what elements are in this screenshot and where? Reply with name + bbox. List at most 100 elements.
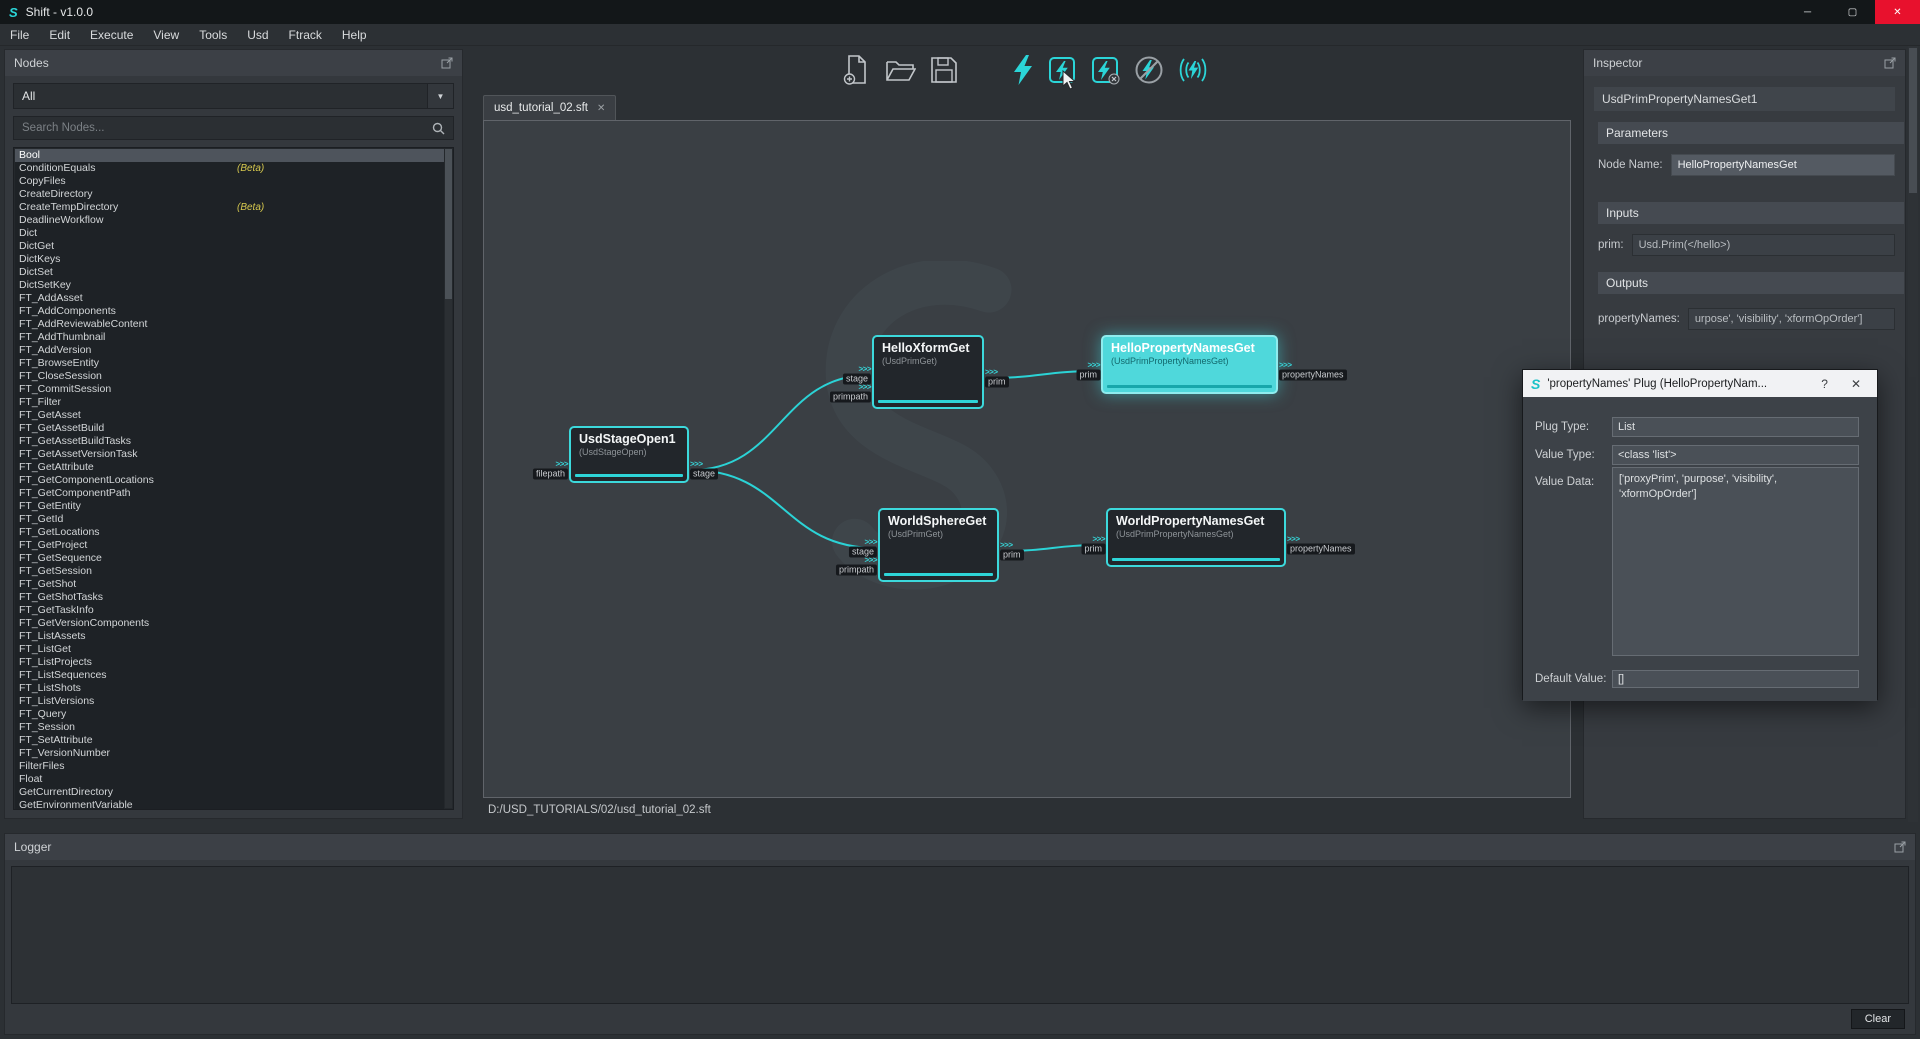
node-type-item[interactable]: FT_Session	[15, 721, 444, 734]
port-propertyNames[interactable]: >>>propertyNames	[1287, 536, 1355, 555]
port-prim[interactable]: >>>prim	[1000, 542, 1024, 561]
value-type-field[interactable]: <class 'list'>	[1612, 445, 1859, 465]
node-type-item[interactable]: FT_GetVersionComponents	[15, 617, 444, 630]
port-prim[interactable]: >>>prim	[1077, 362, 1101, 381]
node-type-item[interactable]: FT_GetAssetBuild	[15, 422, 444, 435]
port-stage[interactable]: >>>stage	[690, 461, 718, 480]
maximize-button[interactable]: ▢	[1830, 0, 1875, 24]
dropdown-arrow-icon[interactable]: ▼	[427, 84, 453, 108]
node-type-item[interactable]: FT_GetEntity	[15, 500, 444, 513]
node-type-item[interactable]: Bool	[15, 149, 444, 162]
node-type-item[interactable]: FT_SetAttribute	[15, 734, 444, 747]
port-primpath[interactable]: >>>primpath	[836, 557, 877, 576]
prim-field[interactable]: Usd.Prim(</hello>)	[1632, 234, 1895, 256]
node-type-item[interactable]: FT_Filter	[15, 396, 444, 409]
menu-view[interactable]: View	[143, 24, 189, 45]
new-scene-button[interactable]	[841, 54, 871, 86]
graph-node-HelloPropertyNamesGet[interactable]: HelloPropertyNamesGet(UsdPrimPropertyNam…	[1101, 335, 1278, 394]
node-type-item[interactable]: FT_ListAssets	[15, 630, 444, 643]
logger-output[interactable]	[11, 866, 1909, 1004]
node-type-item[interactable]: DictSetKey	[15, 279, 444, 292]
node-type-item[interactable]: FilterFiles	[15, 760, 444, 773]
menu-help[interactable]: Help	[332, 24, 377, 45]
menu-ftrack[interactable]: Ftrack	[279, 24, 332, 45]
node-name-field[interactable]: HelloPropertyNamesGet	[1671, 154, 1895, 176]
open-scene-button[interactable]	[884, 55, 916, 85]
tab-close-icon[interactable]: ✕	[597, 103, 605, 114]
node-type-item[interactable]: FT_GetSequence	[15, 552, 444, 565]
node-type-item[interactable]: FT_ListSequences	[15, 669, 444, 682]
window-scrollbar[interactable]	[1908, 46, 1918, 822]
value-data-field[interactable]: ['proxyPrim', 'purpose', 'visibility', '…	[1612, 467, 1859, 656]
port-primpath[interactable]: >>>primpath	[830, 384, 871, 403]
plug-type-field[interactable]: List	[1612, 417, 1859, 437]
node-type-item[interactable]: FT_ListGet	[15, 643, 444, 656]
section-outputs[interactable]: Outputs	[1598, 272, 1904, 294]
node-type-item[interactable]: FT_GetComponentLocations	[15, 474, 444, 487]
node-list-scrollbar[interactable]	[445, 149, 452, 808]
dialog-close-button[interactable]: ✕	[1843, 377, 1869, 391]
node-type-item[interactable]: FT_GetComponentPath	[15, 487, 444, 500]
node-type-item[interactable]: DictKeys	[15, 253, 444, 266]
scrollbar-thumb[interactable]	[1909, 48, 1917, 193]
propertynames-field[interactable]: urpose', 'visibility', 'xformOpOrder']	[1688, 308, 1895, 330]
node-type-item[interactable]: FT_GetShotTasks	[15, 591, 444, 604]
node-type-item[interactable]: FT_GetProject	[15, 539, 444, 552]
node-type-item[interactable]: FT_BrowseEntity	[15, 357, 444, 370]
node-type-item[interactable]: FT_ListShots	[15, 682, 444, 695]
node-type-item[interactable]: FT_VersionNumber	[15, 747, 444, 760]
node-type-item[interactable]: Float	[15, 773, 444, 786]
tab-usd-tutorial[interactable]: usd_tutorial_02.sft ✕	[483, 95, 616, 120]
menu-edit[interactable]: Edit	[39, 24, 80, 45]
node-type-item[interactable]: GetCurrentDirectory	[15, 786, 444, 799]
graph-node-WorldPropertyNamesGet[interactable]: WorldPropertyNamesGet(UsdPrimPropertyNam…	[1106, 508, 1286, 567]
menu-usd[interactable]: Usd	[237, 24, 278, 45]
node-search-input[interactable]: Search Nodes...	[13, 116, 454, 140]
node-type-item[interactable]: CopyFiles	[15, 175, 444, 188]
node-type-item[interactable]: FT_AddReviewableContent	[15, 318, 444, 331]
node-type-item[interactable]: FT_AddComponents	[15, 305, 444, 318]
clear-button[interactable]: Clear	[1851, 1009, 1905, 1029]
node-type-item[interactable]: FT_GetAssetBuildTasks	[15, 435, 444, 448]
port-propertyNames[interactable]: >>>propertyNames	[1279, 362, 1347, 381]
menu-tools[interactable]: Tools	[189, 24, 237, 45]
node-type-item[interactable]: FT_GetLocations	[15, 526, 444, 539]
port-prim[interactable]: >>>prim	[985, 369, 1009, 388]
menu-execute[interactable]: Execute	[80, 24, 143, 45]
scrollbar-thumb[interactable]	[445, 149, 452, 299]
minimize-button[interactable]: ─	[1785, 0, 1830, 24]
port-prim[interactable]: >>>prim	[1082, 536, 1106, 555]
node-type-item[interactable]: FT_AddAsset	[15, 292, 444, 305]
node-type-item[interactable]: FT_GetAttribute	[15, 461, 444, 474]
graph-node-HelloXformGet[interactable]: HelloXformGet(UsdPrimGet)	[872, 335, 984, 409]
node-type-item[interactable]: DeadlineWorkflow	[15, 214, 444, 227]
node-filter-dropdown[interactable]: All ▼	[13, 83, 454, 109]
node-type-item[interactable]: FT_AddThumbnail	[15, 331, 444, 344]
default-value-field[interactable]: []	[1612, 670, 1859, 688]
node-type-item[interactable]: FT_ListVersions	[15, 695, 444, 708]
node-type-item[interactable]: DictSet	[15, 266, 444, 279]
execute-button[interactable]	[1011, 54, 1035, 86]
execute-disabled-button[interactable]	[1134, 55, 1164, 85]
node-type-item[interactable]: Dict	[15, 227, 444, 240]
section-parameters[interactable]: Parameters	[1598, 122, 1904, 144]
port-filepath[interactable]: >>>filepath	[533, 461, 568, 480]
save-scene-button[interactable]	[929, 55, 959, 85]
node-type-item[interactable]: FT_GetId	[15, 513, 444, 526]
node-type-item[interactable]: FT_Query	[15, 708, 444, 721]
node-type-item[interactable]: CreateTempDirectory(Beta)	[15, 201, 444, 214]
node-type-item[interactable]: FT_CloseSession	[15, 370, 444, 383]
undock-icon[interactable]	[1884, 57, 1896, 69]
execute-stop-button[interactable]	[1091, 55, 1121, 85]
node-type-item[interactable]: ConditionEquals(Beta)	[15, 162, 444, 175]
undock-icon[interactable]	[441, 57, 453, 69]
node-type-item[interactable]: CreateDirectory	[15, 188, 444, 201]
undock-icon[interactable]	[1894, 841, 1906, 853]
graph-node-WorldSphereGet[interactable]: WorldSphereGet(UsdPrimGet)	[878, 508, 999, 582]
menu-file[interactable]: File	[0, 24, 39, 45]
node-type-item[interactable]: FT_GetAssetVersionTask	[15, 448, 444, 461]
section-inputs[interactable]: Inputs	[1598, 202, 1904, 224]
node-type-item[interactable]: FT_CommitSession	[15, 383, 444, 396]
node-type-item[interactable]: FT_GetTaskInfo	[15, 604, 444, 617]
execute-live-button[interactable]	[1177, 55, 1209, 85]
